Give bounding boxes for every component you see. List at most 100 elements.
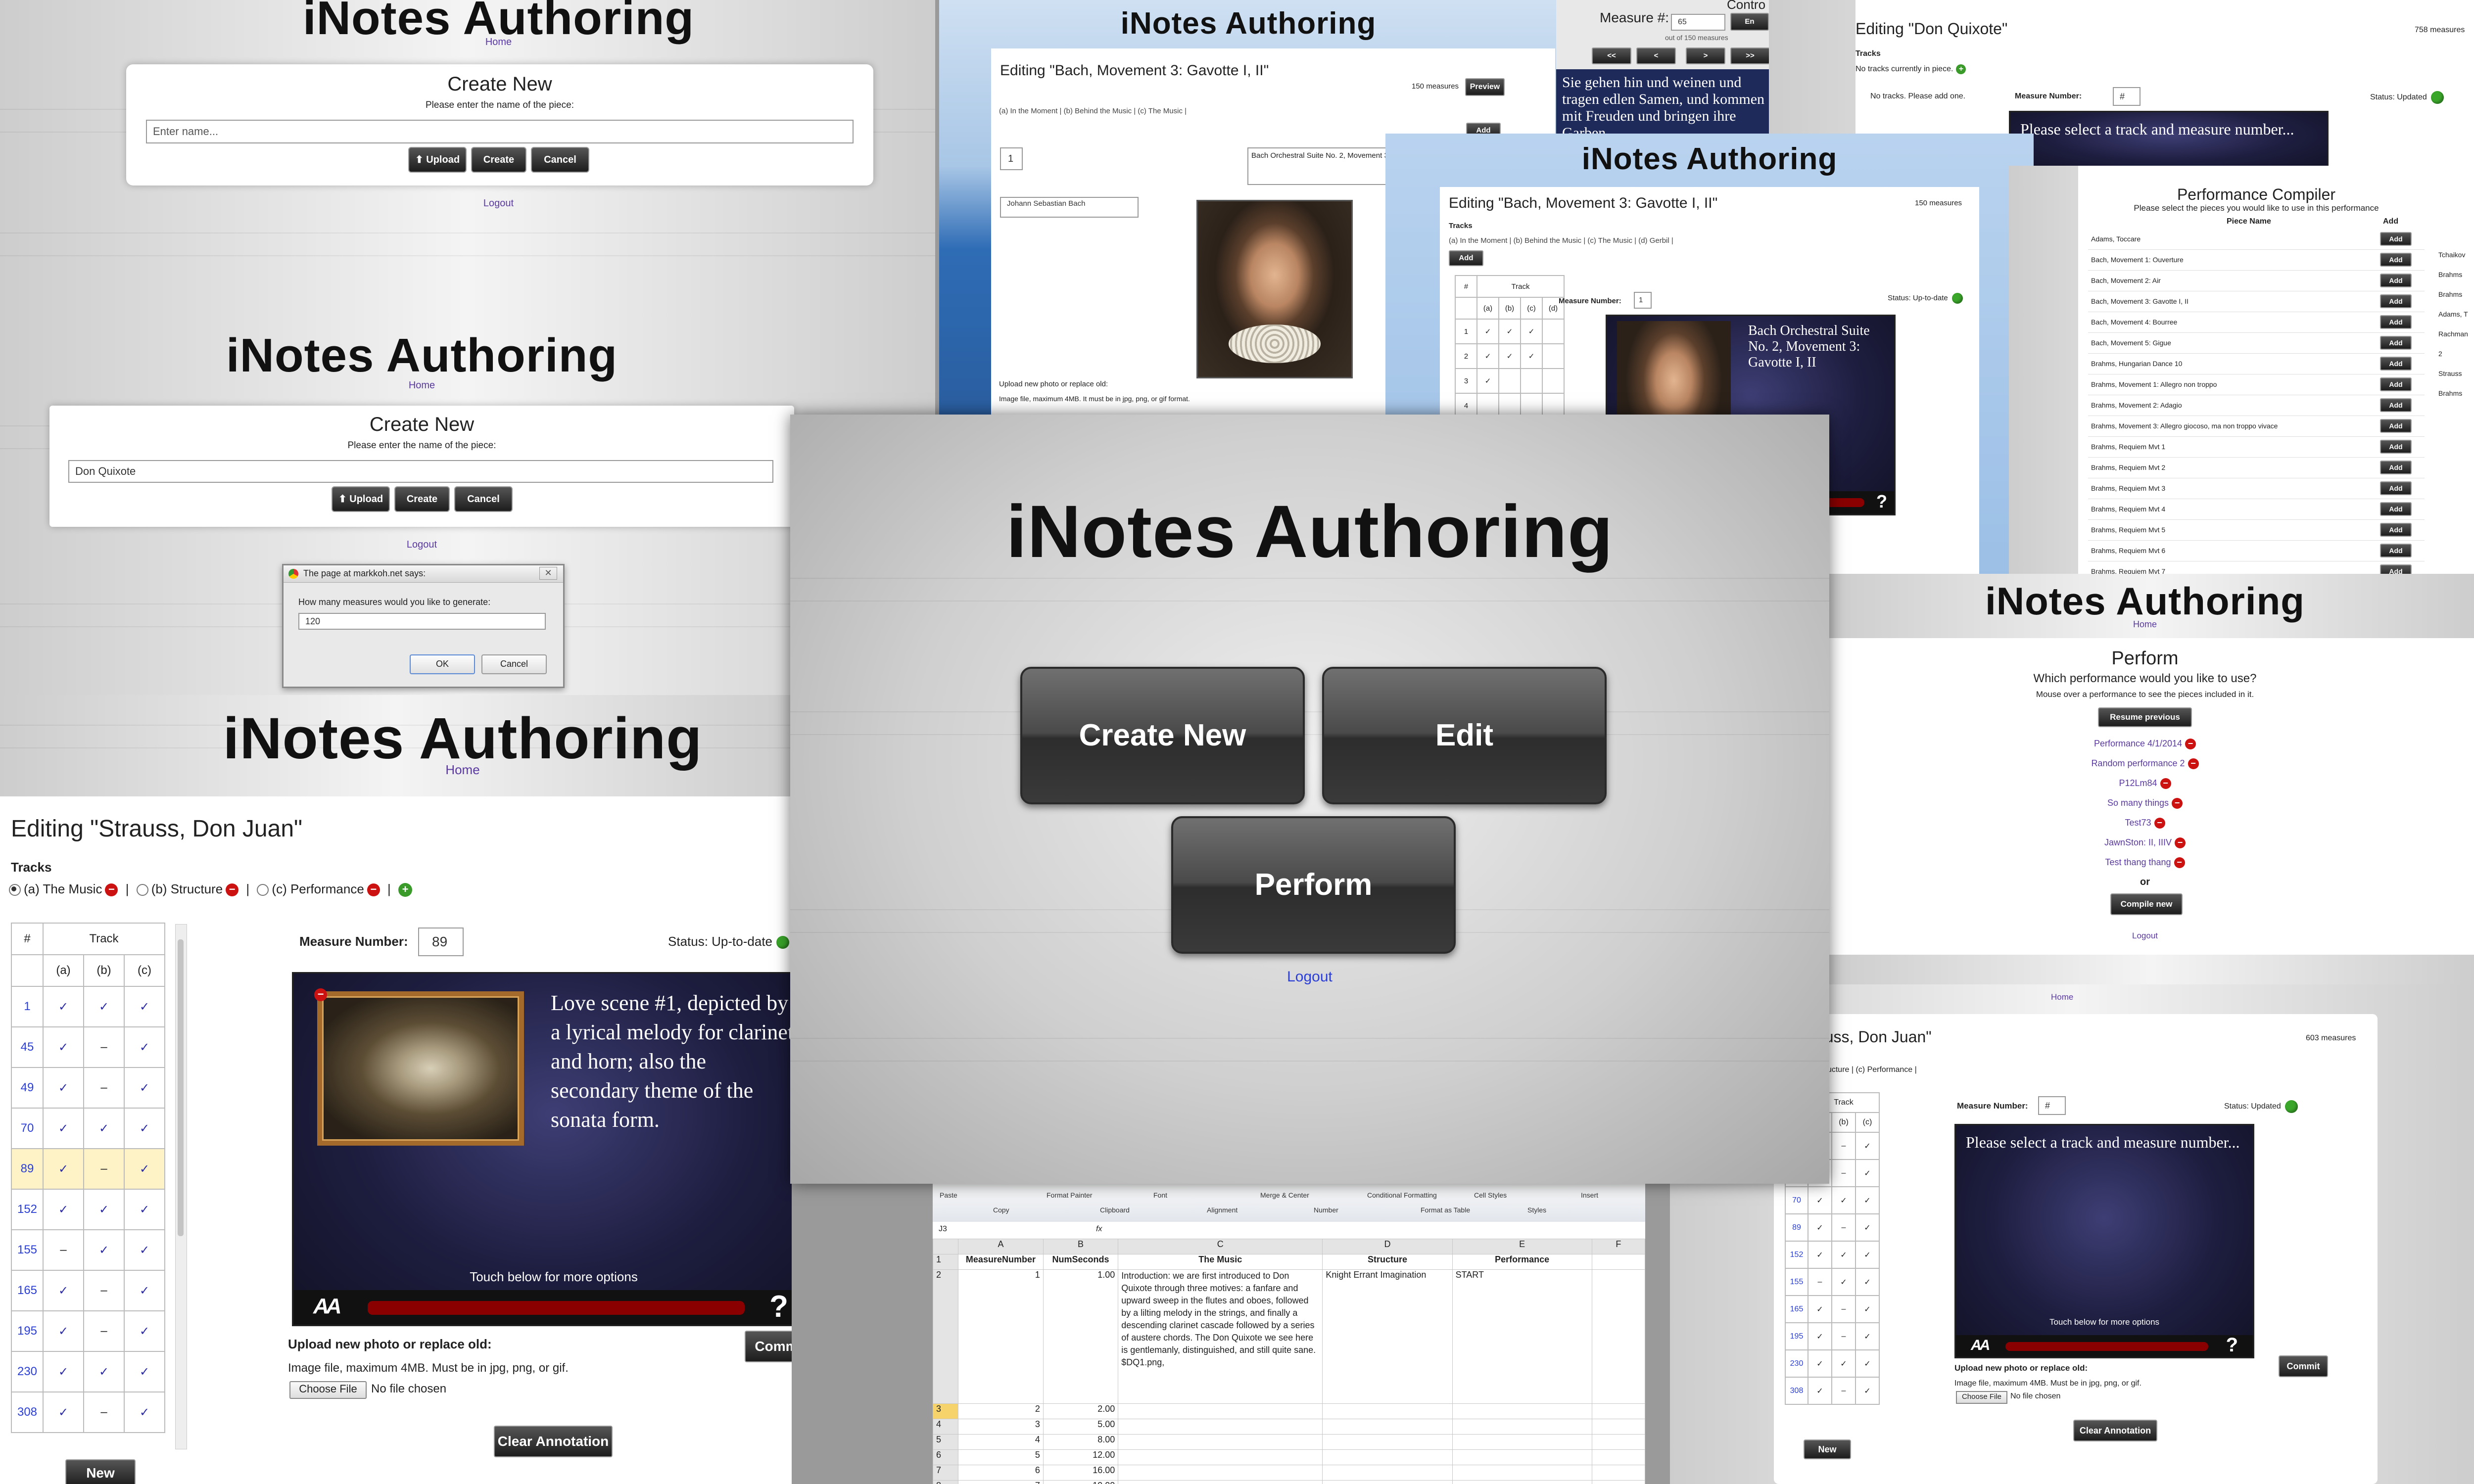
cell[interactable]: Knight Errant Imagination xyxy=(1322,1269,1453,1404)
add-piece-button[interactable]: Add xyxy=(2380,357,2412,371)
add-track-button[interactable]: Add xyxy=(1449,250,1483,266)
track-options[interactable]: (a) In the Moment | (b) Behind the Music… xyxy=(999,107,1187,115)
track-cell[interactable]: ✓ xyxy=(124,1108,165,1149)
column-letter[interactable]: D xyxy=(1322,1239,1453,1254)
track-cell[interactable]: – xyxy=(1831,1132,1856,1160)
add-piece-button[interactable]: Add xyxy=(2380,461,2412,474)
help-icon[interactable]: ? xyxy=(1876,491,1887,512)
cell[interactable] xyxy=(1118,1419,1323,1435)
logout-link[interactable]: Logout xyxy=(0,198,935,209)
help-icon[interactable]: ? xyxy=(2226,1334,2238,1356)
cell[interactable]: 19.00 xyxy=(1043,1480,1119,1484)
table-row[interactable]: 308 ✓ – ✓ xyxy=(1785,1377,1880,1405)
track-cell[interactable]: – xyxy=(43,1229,84,1271)
track-cell[interactable]: ✓ xyxy=(43,1391,84,1433)
delete-performance-icon[interactable]: − xyxy=(2154,818,2165,829)
track-cell[interactable]: ✓ xyxy=(43,1148,84,1190)
performance-link[interactable]: Test73 xyxy=(2125,818,2151,828)
cell[interactable] xyxy=(1322,1480,1453,1484)
cell[interactable] xyxy=(1452,1480,1592,1484)
remove-track-b-icon[interactable]: − xyxy=(226,883,239,897)
track-cell[interactable]: ✓ xyxy=(124,986,165,1027)
track-cell[interactable]: ✓ xyxy=(124,1189,165,1230)
track-cell[interactable]: ✓ xyxy=(83,1229,125,1271)
ribbon-item[interactable]: Font xyxy=(1153,1191,1167,1199)
table-row[interactable]: 45✓–✓ xyxy=(11,1026,165,1068)
add-track-icon[interactable]: + xyxy=(1956,64,1966,74)
cell[interactable] xyxy=(1452,1465,1592,1481)
cell[interactable]: Introduction: we are first introduced to… xyxy=(1118,1269,1323,1404)
new-button[interactable]: New xyxy=(65,1459,136,1484)
table-row[interactable]: 155– ✓ ✓ xyxy=(1785,1268,1880,1296)
table-row[interactable]: 308 ✓ – ✓ xyxy=(11,1391,165,1433)
track-cell[interactable]: ✓ xyxy=(43,1351,84,1392)
measure-box[interactable]: 1 xyxy=(1000,147,1023,170)
cell[interactable]: 12.00 xyxy=(1043,1449,1119,1465)
header-cell[interactable]: NumSeconds xyxy=(1043,1254,1119,1270)
track-cell[interactable]: ✓ xyxy=(1808,1213,1832,1242)
ribbon-item[interactable]: Alignment xyxy=(1207,1206,1237,1214)
font-size-icon[interactable]: AA xyxy=(313,1294,342,1319)
table-row[interactable]: 70 ✓ ✓ ✓ xyxy=(11,1108,165,1149)
cell[interactable] xyxy=(1322,1434,1453,1450)
track-cell[interactable]: ✓ xyxy=(1855,1295,1880,1323)
table-row[interactable]: 165 ✓ – ✓ xyxy=(1785,1295,1880,1323)
ribbon-item[interactable]: Format as Table xyxy=(1421,1206,1470,1214)
create-new-button[interactable]: Create New xyxy=(1020,667,1305,804)
cell[interactable] xyxy=(1322,1419,1453,1435)
close-icon[interactable]: ✕ xyxy=(539,567,557,580)
header-cell[interactable]: MeasureNumber xyxy=(958,1254,1044,1270)
cell[interactable] xyxy=(1520,368,1543,394)
perform-button[interactable]: Perform xyxy=(1171,816,1456,954)
cell[interactable] xyxy=(1118,1465,1323,1481)
cell[interactable]: ✓ xyxy=(1498,319,1521,344)
track-cell[interactable]: – xyxy=(83,1310,125,1352)
track-cell[interactable]: ✓ xyxy=(43,1310,84,1352)
track-cell[interactable]: – xyxy=(83,1067,125,1109)
create-button[interactable]: Create xyxy=(394,486,450,512)
track-cell[interactable]: ✓ xyxy=(124,1310,165,1352)
cell[interactable]: 2 xyxy=(958,1403,1044,1419)
cell[interactable] xyxy=(1322,1449,1453,1465)
track-cell[interactable]: ✓ xyxy=(1855,1241,1880,1269)
logout-link[interactable]: Logout xyxy=(1828,931,2462,941)
ribbon-item[interactable]: Paste xyxy=(940,1191,957,1199)
cell[interactable] xyxy=(1591,1419,1645,1435)
column-letter[interactable]: A xyxy=(958,1239,1044,1254)
remove-track-c-icon[interactable]: − xyxy=(367,883,380,897)
cell[interactable] xyxy=(1591,1254,1645,1270)
add-piece-button[interactable]: Add xyxy=(2380,294,2412,308)
track-cell[interactable]: ✓ xyxy=(124,1148,165,1190)
cell[interactable] xyxy=(1591,1480,1645,1484)
ribbon-item[interactable]: Copy xyxy=(993,1206,1009,1214)
piece-name-input[interactable]: Don Quixote xyxy=(68,460,773,483)
cell[interactable] xyxy=(1452,1403,1592,1419)
track-cell[interactable]: ✓ xyxy=(1855,1132,1880,1160)
track-cell[interactable]: ✓ xyxy=(1831,1349,1856,1378)
cell[interactable] xyxy=(1118,1434,1323,1450)
track-cell[interactable]: ✓ xyxy=(1831,1241,1856,1269)
track-cell[interactable]: ✓ xyxy=(83,1351,125,1392)
add-track-icon[interactable]: + xyxy=(398,883,413,897)
track-cell[interactable]: ✓ xyxy=(1808,1349,1832,1378)
resume-button[interactable]: Resume previous xyxy=(2098,707,2192,727)
measures-input[interactable]: 120 xyxy=(298,613,546,630)
performance-link[interactable]: Random performance 2 xyxy=(2091,758,2185,768)
cell[interactable]: ✓ xyxy=(1498,343,1521,369)
cell[interactable] xyxy=(1591,1403,1645,1419)
cell[interactable] xyxy=(1322,1403,1453,1419)
last-button[interactable]: >> xyxy=(1730,47,1769,64)
piece-name-input[interactable]: Enter name... xyxy=(146,120,854,143)
header-cell[interactable]: Performance xyxy=(1452,1254,1592,1270)
cell[interactable]: 3 xyxy=(958,1419,1044,1435)
table-row[interactable]: 195 ✓ – ✓ xyxy=(11,1310,165,1352)
choose-file-button[interactable]: Choose File xyxy=(289,1381,367,1399)
add-piece-button[interactable]: Add xyxy=(2380,253,2412,267)
dialog-cancel-button[interactable]: Cancel xyxy=(481,654,547,674)
track-options[interactable]: (a) In the Moment | (b) Behind the Music… xyxy=(1449,236,1673,245)
ribbon-item[interactable]: Number xyxy=(1314,1206,1338,1214)
cell-reference[interactable]: J3 xyxy=(939,1225,1052,1234)
table-row[interactable]: 152 ✓ ✓ ✓ xyxy=(1785,1241,1880,1269)
table-row[interactable]: 3 ✓ xyxy=(1455,368,1565,394)
preview-button[interactable]: Preview xyxy=(1465,78,1505,96)
